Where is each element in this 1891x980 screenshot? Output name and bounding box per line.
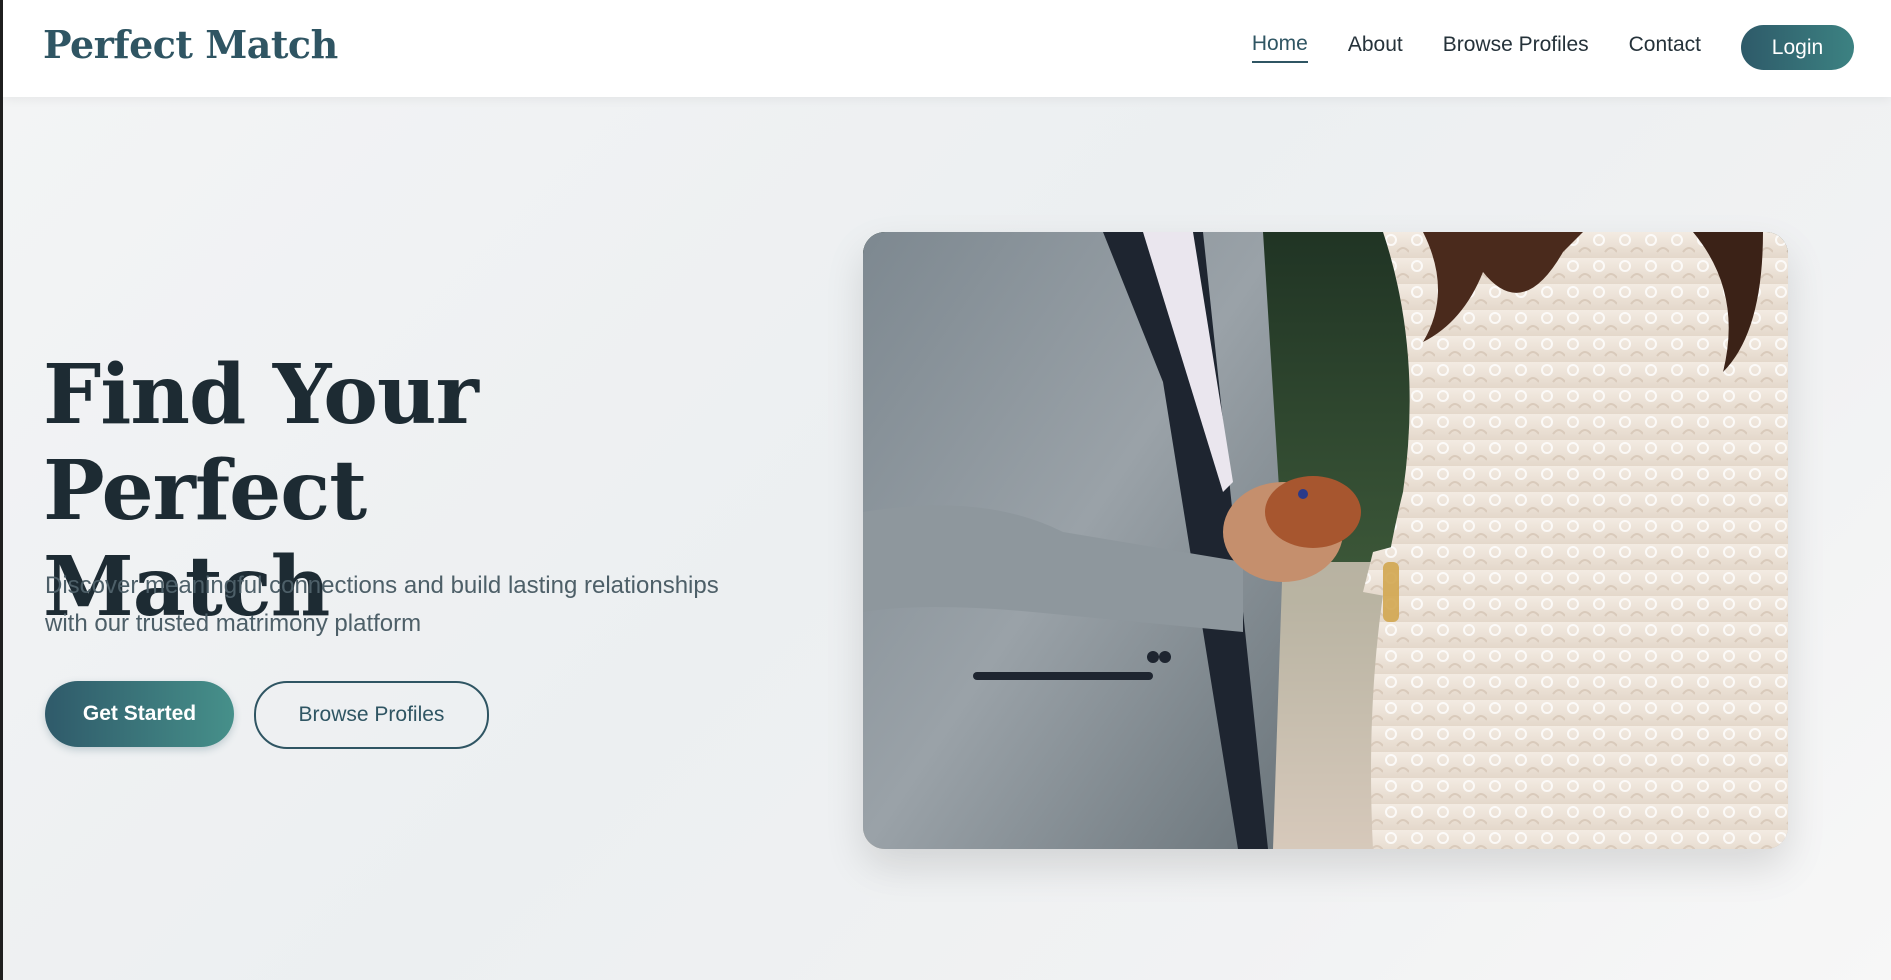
hero-couple-image <box>863 232 1788 849</box>
hero-subtitle-line-2: with our trusted matrimony platform <box>45 610 422 637</box>
hero-section: Find Your Perfect Match Discover meaning… <box>3 97 1891 980</box>
nav-link-contact[interactable]: Contact <box>1629 33 1701 62</box>
browse-profiles-button[interactable]: Browse Profiles <box>254 681 489 749</box>
nav-link-browse-profiles[interactable]: Browse Profiles <box>1443 33 1589 62</box>
navbar: Perfect Match Home About Browse Profiles… <box>3 0 1891 97</box>
login-button[interactable]: Login <box>1741 25 1854 70</box>
nav-link-about[interactable]: About <box>1348 33 1403 62</box>
get-started-button[interactable]: Get Started <box>45 681 234 747</box>
hero-title-line-1: Find Your Perfect <box>43 347 479 539</box>
hero-subtitle: Discover meaningful connections and buil… <box>45 567 805 643</box>
nav-links: Home About Browse Profiles Contact Login <box>1251 25 1854 70</box>
couple-holding-hands-illustration <box>863 232 1788 849</box>
hero-subtitle-line-1: Discover meaningful connections and buil… <box>45 572 719 599</box>
nav-link-home[interactable]: Home <box>1251 32 1308 63</box>
browser-viewport: Perfect Match Home About Browse Profiles… <box>0 0 1891 980</box>
brand-logo[interactable]: Perfect Match <box>43 22 338 67</box>
